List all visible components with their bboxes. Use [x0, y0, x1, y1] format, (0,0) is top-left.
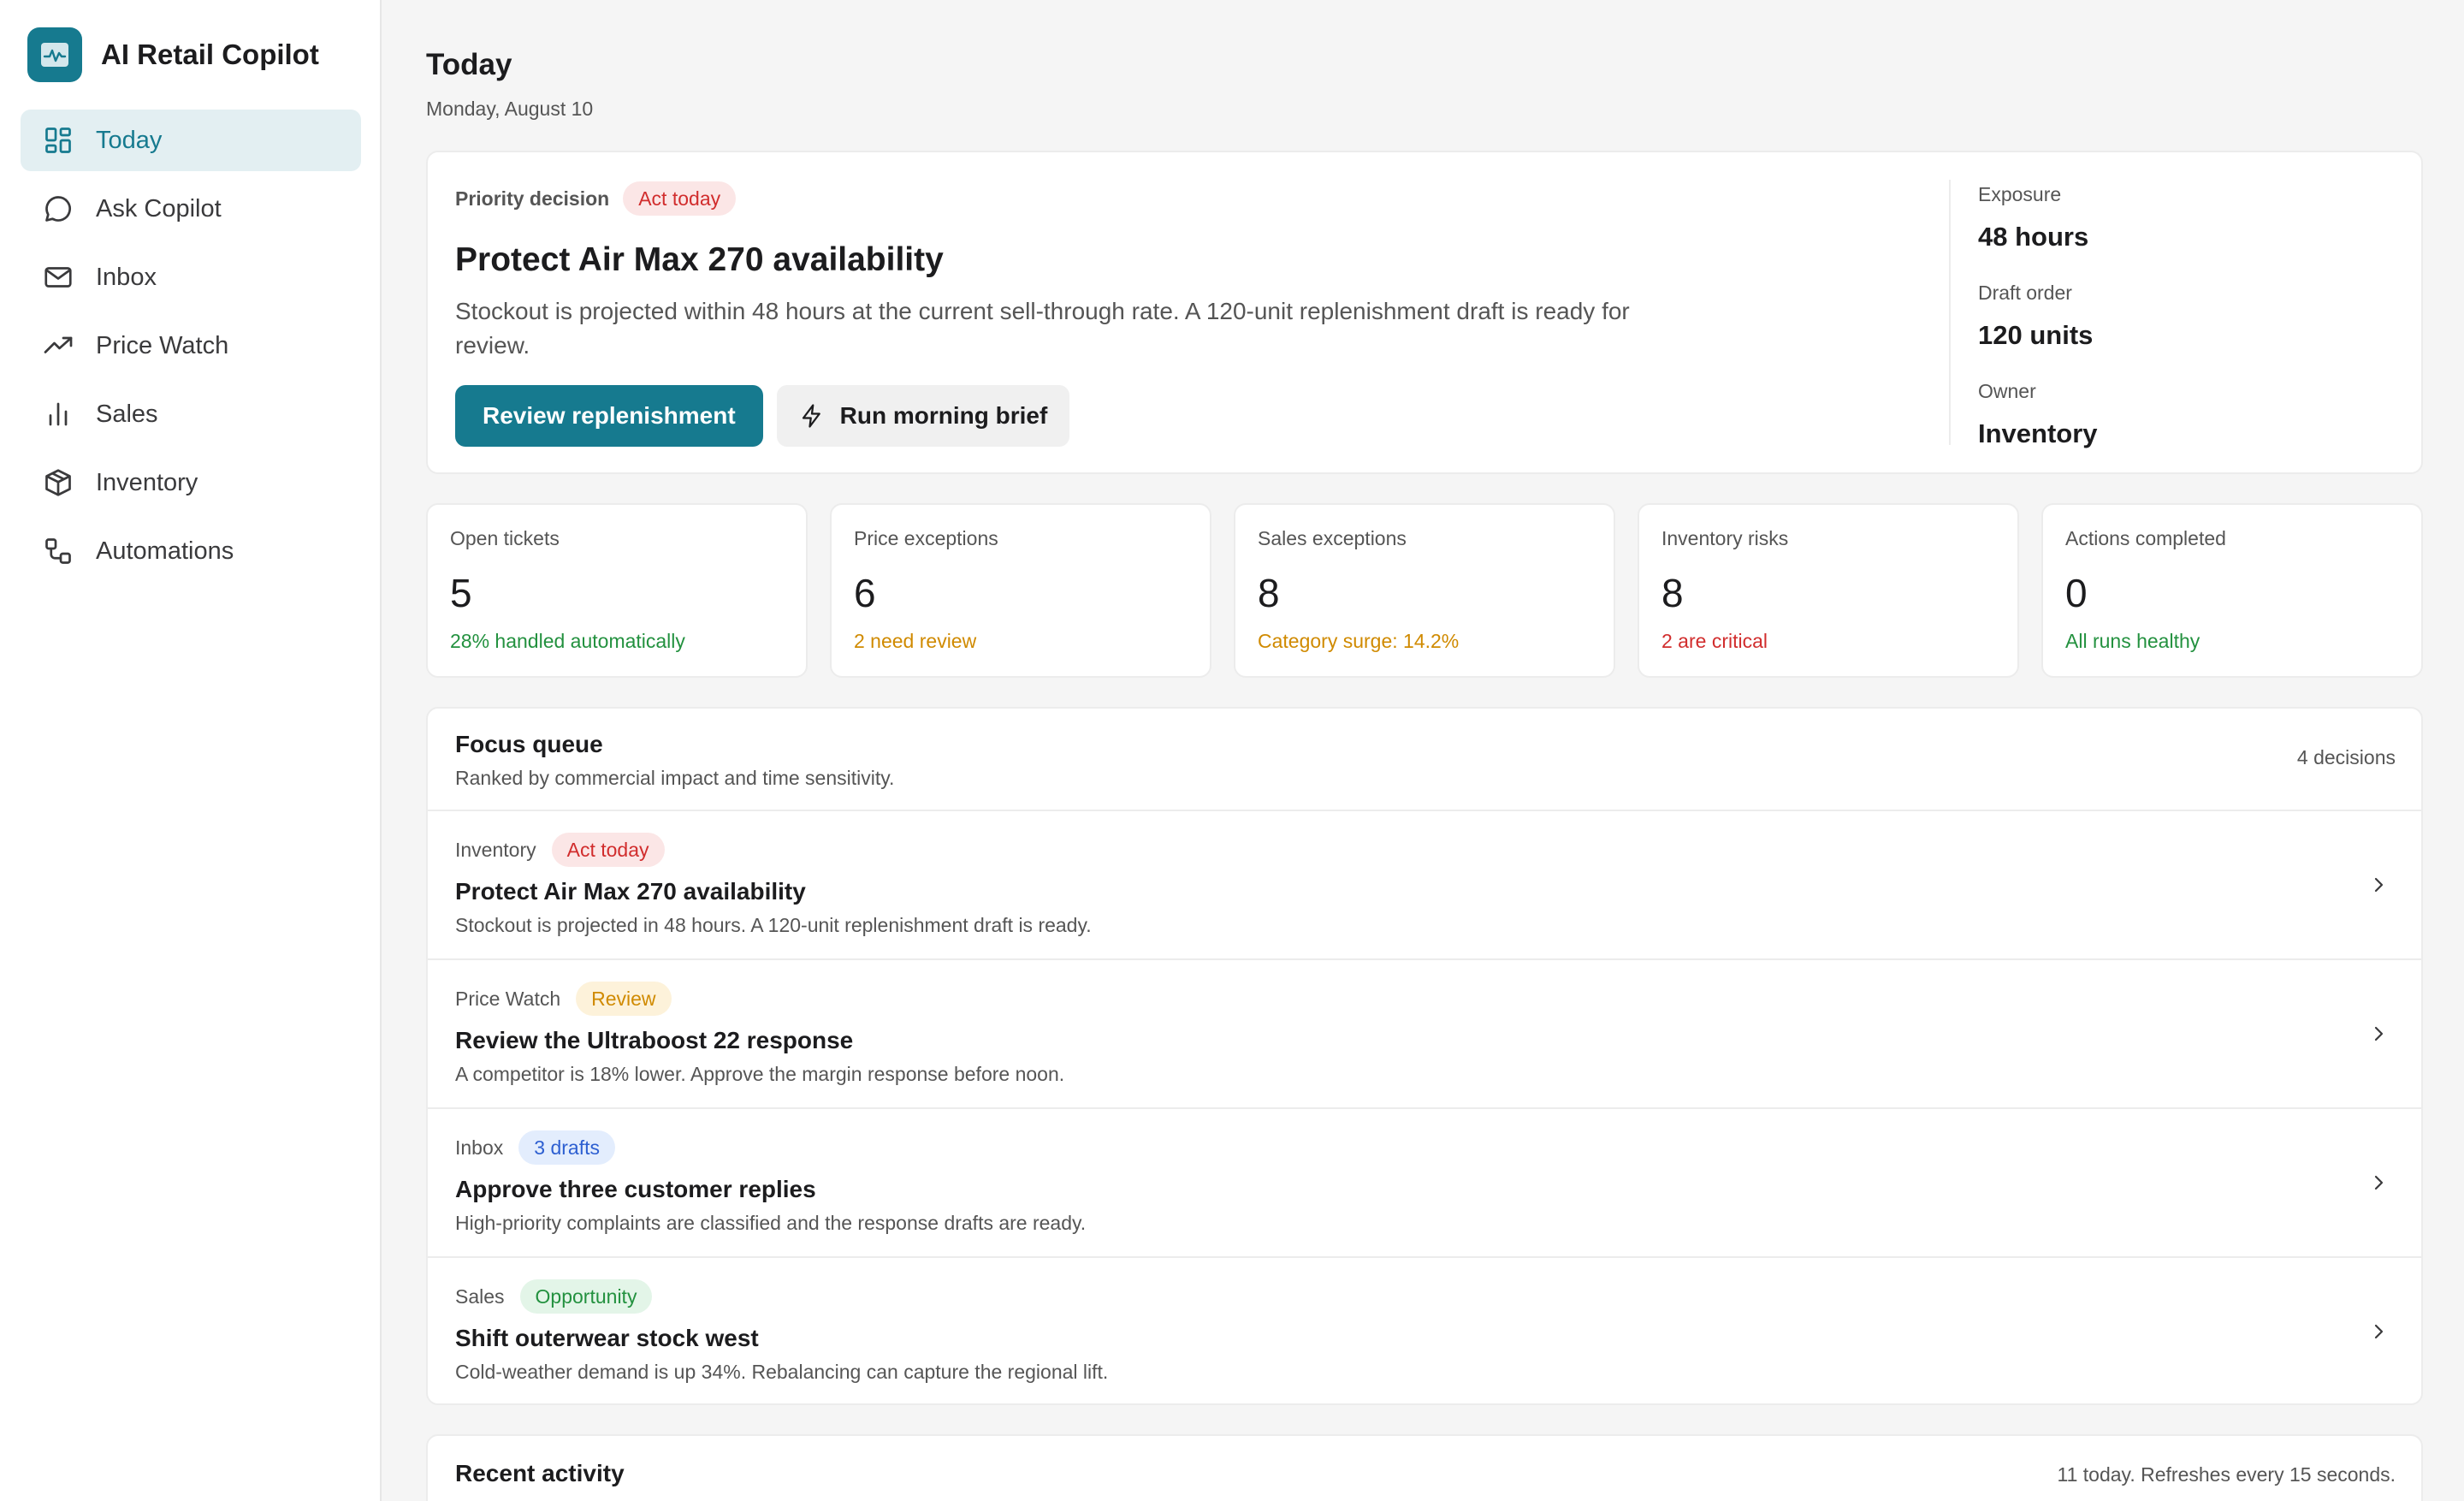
sidebar-item-label: Sales [96, 400, 158, 428]
sidebar-item-label: Automations [96, 537, 234, 565]
focus-queue-list: Inventory Act today Protect Air Max 270 … [428, 810, 2421, 1403]
chevron-right-icon[interactable] [2365, 1020, 2392, 1047]
meta-value-exposure: 48 hours [1978, 222, 2089, 252]
meta-value-owner: Inventory [1978, 418, 2098, 448]
priority-kicker: Priority decision [455, 187, 610, 210]
sidebar-item-inbox[interactable]: Inbox [21, 246, 361, 308]
page-date: Monday, August 10 [426, 98, 594, 120]
app-logo-icon [27, 27, 82, 82]
list-item[interactable]: Sales Opportunity Shift outerwear stock … [428, 1256, 2421, 1403]
item-description: Stockout is projected in 48 hours. A 120… [455, 914, 1092, 936]
divider [1949, 180, 1951, 445]
recent-activity-meta: 11 today. Refreshes every 15 seconds. [2057, 1463, 2396, 1486]
sidebar-item-label: Today [96, 126, 163, 154]
recent-activity-title: Recent activity [455, 1460, 625, 1486]
sidebar-item-automations[interactable]: Automations [21, 520, 361, 582]
stat-label: Open tickets [450, 527, 560, 549]
bar-chart-icon [41, 397, 75, 431]
stat-label: Actions completed [2065, 527, 2226, 549]
stat-card-price-exceptions[interactable]: Price exceptions 6 2 need review [830, 503, 1211, 678]
item-title: Protect Air Max 270 availability [455, 878, 806, 905]
item-category: Inventory [455, 838, 536, 861]
stat-subtext: All runs healthy [2065, 630, 2200, 652]
chat-bubble-icon [41, 192, 75, 226]
item-description: Cold-weather demand is up 34%. Rebalanci… [455, 1361, 1109, 1383]
list-item[interactable]: Inbox 3 drafts Approve three customer re… [428, 1107, 2421, 1256]
stat-value: 0 [2065, 571, 2088, 615]
item-category: Sales [455, 1284, 505, 1308]
focus-queue-card: Focus queue Ranked by commercial impact … [426, 707, 2423, 1405]
status-badge: 3 drafts [518, 1130, 615, 1165]
stat-card-actions-completed[interactable]: Actions completed 0 All runs healthy [2041, 503, 2423, 678]
item-description: A competitor is 18% lower. Approve the m… [455, 1063, 1065, 1085]
sidebar-item-today[interactable]: Today [21, 110, 361, 171]
list-item[interactable]: Price Watch Review Review the Ultraboost… [428, 958, 2421, 1107]
stat-label: Inventory risks [1661, 527, 1789, 549]
status-badge: Act today [551, 833, 665, 867]
brand[interactable]: AI Retail Copilot [27, 27, 319, 82]
stat-card-open-tickets[interactable]: Open tickets 5 28% handled automatically [426, 503, 808, 678]
stat-subtext: 2 are critical [1661, 630, 1768, 652]
app-name: AI Retail Copilot [101, 39, 319, 70]
list-item[interactable]: Inventory Act today Protect Air Max 270 … [428, 810, 2421, 958]
stat-label: Sales exceptions [1258, 527, 1407, 549]
lightning-icon [799, 403, 825, 429]
meta-label-owner: Owner [1978, 380, 2036, 402]
focus-queue-count: 4 decisions [2296, 746, 2396, 768]
sidebar-item-sales[interactable]: Sales [21, 383, 361, 445]
sidebar-item-inventory[interactable]: Inventory [21, 452, 361, 513]
stat-value: 5 [450, 571, 472, 615]
page-title: Today [426, 48, 512, 81]
priority-description: Stockout is projected within 48 hours at… [455, 298, 1630, 359]
priority-meta: Exposure 48 hours Draft order 120 units … [1978, 183, 2098, 478]
chevron-right-icon[interactable] [2365, 1169, 2392, 1196]
focus-queue-subtitle: Ranked by commercial impact and time sen… [455, 767, 895, 789]
item-description: High-priority complaints are classified … [455, 1212, 1087, 1234]
stat-card-inventory-risks[interactable]: Inventory risks 8 2 are critical [1638, 503, 2019, 678]
sidebar-item-ask-copilot[interactable]: Ask Copilot [21, 178, 361, 240]
stat-label: Price exceptions [854, 527, 998, 549]
status-badge: Review [576, 982, 672, 1016]
priority-title: Protect Air Max 270 availability [455, 241, 944, 278]
trending-up-icon [41, 329, 75, 363]
sidebar-nav: Today Ask Copilot Inbox Price Watch Sale… [21, 110, 361, 589]
run-morning-brief-label: Run morning brief [839, 402, 1048, 429]
sidebar-item-price-watch[interactable]: Price Watch [21, 315, 361, 377]
meta-value-draft-order: 120 units [1978, 320, 2094, 350]
sidebar-item-label: Inbox [96, 263, 157, 291]
sidebar-item-label: Price Watch [96, 331, 229, 359]
package-icon [41, 466, 75, 500]
status-badge: Act today [623, 181, 737, 216]
stat-card-sales-exceptions[interactable]: Sales exceptions 8 Category surge: 14.2% [1234, 503, 1615, 678]
meta-label-draft-order: Draft order [1978, 282, 2072, 304]
item-category: Price Watch [455, 987, 561, 1010]
stat-subtext: Category surge: 14.2% [1258, 630, 1460, 652]
item-title: Shift outerwear stock west [455, 1325, 759, 1351]
run-morning-brief-button[interactable]: Run morning brief [776, 385, 1070, 447]
priority-decision-card: Priority decision Act today Protect Air … [426, 151, 2423, 474]
workflow-icon [41, 534, 75, 568]
meta-label-exposure: Exposure [1978, 183, 2062, 205]
stat-subtext: 2 need review [854, 630, 977, 652]
chevron-right-icon[interactable] [2365, 1318, 2392, 1345]
stat-subtext: 28% handled automatically [450, 630, 685, 652]
status-badge: Opportunity [519, 1279, 653, 1314]
sidebar: AI Retail Copilot Today Ask Copilot Inbo… [0, 0, 382, 1501]
item-title: Approve three customer replies [455, 1176, 816, 1202]
stat-value: 8 [1258, 571, 1280, 615]
focus-queue-title: Focus queue [455, 731, 603, 757]
sidebar-item-label: Ask Copilot [96, 194, 222, 222]
chevron-right-icon[interactable] [2365, 871, 2392, 899]
item-title: Review the Ultraboost 22 response [455, 1027, 854, 1053]
dashboard-icon [41, 123, 75, 157]
mail-icon [41, 260, 75, 294]
sidebar-item-label: Inventory [96, 468, 198, 496]
item-category: Inbox [455, 1136, 504, 1159]
stat-value: 8 [1661, 571, 1684, 615]
review-replenishment-button[interactable]: Review replenishment [455, 385, 763, 447]
stat-value: 6 [854, 571, 876, 615]
recent-activity-card: Recent activity 11 today. Refreshes ever… [426, 1434, 2423, 1501]
